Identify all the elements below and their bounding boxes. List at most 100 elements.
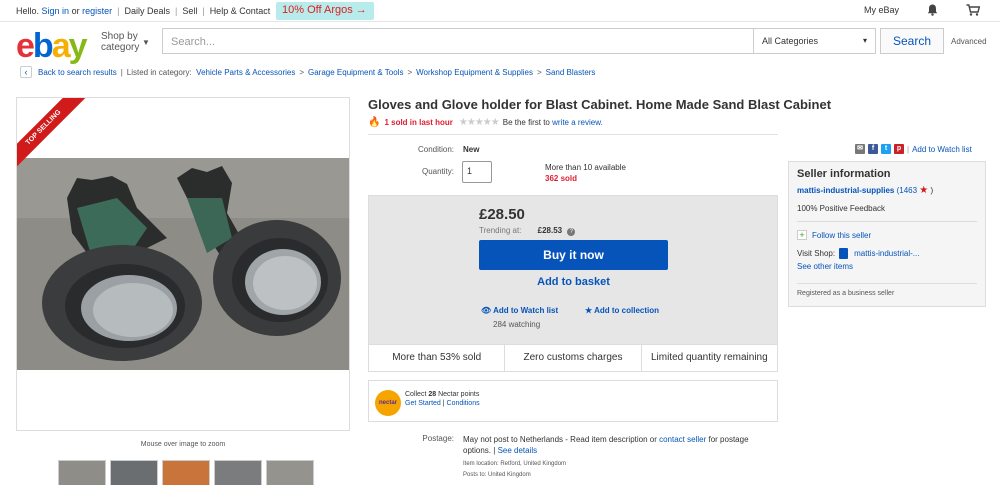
plus-icon: +: [797, 230, 807, 240]
back-arrow-icon[interactable]: ‹: [20, 66, 32, 78]
postage-text: May not post to Netherlands - Read item …: [463, 435, 657, 444]
thumbnail[interactable]: [214, 460, 262, 485]
visit-shop-row: Visit Shop: mattis-industrial-...: [797, 248, 977, 259]
postage-label: Postage:: [422, 434, 454, 443]
feature-sold: More than 53% sold: [369, 345, 506, 371]
star-icon: ★: [585, 306, 593, 315]
twitter-icon[interactable]: t: [881, 144, 891, 154]
thumbnail-strip: [58, 460, 314, 485]
nectar-suffix: Nectar points: [438, 391, 480, 398]
register-link[interactable]: register: [82, 6, 112, 16]
search-input[interactable]: Search...: [162, 28, 754, 54]
hello-text: Hello.: [16, 6, 40, 16]
sign-in-link[interactable]: Sign in: [42, 6, 70, 16]
seller-info-panel: Seller information mattis-industrial-sup…: [788, 161, 986, 307]
trending-price: Trending at: £28.53 ?: [479, 226, 576, 236]
get-started-link[interactable]: Get Started: [405, 400, 441, 407]
thumbnail[interactable]: [110, 460, 158, 485]
crumb-garage-equipment[interactable]: Garage Equipment & Tools: [308, 68, 403, 77]
chevron-down-icon: ▼: [142, 38, 150, 47]
crumb-sand-blasters[interactable]: Sand Blasters: [546, 68, 596, 77]
pinterest-icon[interactable]: p: [894, 144, 904, 154]
facebook-icon[interactable]: f: [868, 144, 878, 154]
see-other-items-link[interactable]: See other items: [797, 262, 977, 271]
sold-count[interactable]: 362 sold: [545, 173, 626, 184]
posts-to: Posts to: United Kingdom: [463, 472, 531, 478]
crumb-separator: >: [299, 67, 304, 77]
category-select[interactable]: All Categories ▾: [754, 28, 876, 54]
nectar-box: nectar Collect 28 Nectar points Get Star…: [368, 380, 778, 422]
product-photo[interactable]: [17, 158, 350, 370]
feature-customs: Zero customs charges: [505, 345, 642, 371]
or-text: or: [71, 6, 80, 16]
category-select-value: All Categories: [762, 36, 819, 46]
crumb-workshop-equipment[interactable]: Workshop Equipment & Supplies: [416, 68, 533, 77]
shop-name-link[interactable]: mattis-industrial-...: [854, 249, 919, 258]
shop-by-label: Shop by: [101, 31, 138, 42]
add-to-watch-label: Add to Watch list: [493, 306, 559, 315]
promo-banner[interactable]: 10% Off Argos →: [276, 2, 374, 20]
nectar-points: 28: [428, 391, 437, 398]
ebay-logo[interactable]: ebay: [16, 27, 88, 66]
contact-seller-link[interactable]: contact seller: [659, 435, 706, 444]
email-icon[interactable]: ✉: [855, 144, 865, 154]
item-location: Item location: Retford, United Kingdom: [463, 461, 567, 467]
shop-by-category-button[interactable]: Shop by category ▼: [101, 31, 150, 53]
seller-info-heading: Seller information: [797, 168, 891, 180]
crumb-separator: >: [407, 67, 413, 77]
top-bar-left: Hello. Sign in or register | Daily Deals…: [16, 6, 270, 16]
listing-title: Gloves and Glove holder for Blast Cabine…: [368, 97, 832, 112]
nectar-collect: Collect: [405, 391, 427, 398]
divider: [368, 134, 778, 135]
quantity-label: Quantity:: [421, 167, 454, 176]
advanced-search-link[interactable]: Advanced: [951, 37, 987, 46]
crumb-vehicle-parts[interactable]: Vehicle Parts & Accessories: [196, 68, 295, 77]
daily-deals-link[interactable]: Daily Deals: [124, 6, 170, 16]
search-button[interactable]: Search: [880, 28, 944, 54]
registered-business-seller: Registered as a business seller: [797, 283, 977, 297]
share-bar: ✉ f t p | Add to Watch list: [855, 144, 972, 154]
my-ebay-link[interactable]: My eBay: [864, 5, 899, 15]
buy-it-now-button[interactable]: Buy it now: [479, 240, 668, 270]
add-to-basket-button[interactable]: Add to basket: [479, 276, 668, 288]
fire-icon: 🔥: [368, 117, 381, 128]
sold-last-hour: 1 sold in last hour: [384, 118, 453, 127]
add-to-collection-link[interactable]: ★ Add to collection: [585, 306, 659, 315]
see-details-link[interactable]: See details: [498, 446, 538, 455]
watch-list-link[interactable]: Add to Watch list: [912, 145, 972, 154]
seller-name-row: mattis-industrial-supplies (1463 ★ ): [797, 185, 977, 196]
seller-name-link[interactable]: mattis-industrial-supplies: [797, 186, 894, 195]
top-selling-ribbon: TOP SELLING: [17, 98, 101, 186]
quantity-input[interactable]: 1: [462, 161, 492, 183]
nectar-logo: nectar: [375, 390, 401, 416]
thumbnail[interactable]: [58, 460, 106, 485]
help-icon[interactable]: ?: [567, 228, 576, 236]
eye-icon: 👁: [481, 306, 492, 315]
thumbnail[interactable]: [162, 460, 210, 485]
cart-icon[interactable]: [966, 4, 980, 16]
sell-link[interactable]: Sell: [182, 6, 197, 16]
add-to-watch-list-link[interactable]: 👁 Add to Watch list: [481, 306, 558, 315]
back-to-results-link[interactable]: Back to search results: [38, 68, 117, 77]
follow-seller-button[interactable]: + Follow this seller: [797, 230, 977, 240]
thumbnail[interactable]: [266, 460, 314, 485]
trending-value: £28.53: [537, 226, 563, 235]
top-bar-right: My eBay: [864, 4, 980, 16]
category-label: category: [101, 42, 140, 53]
main-image-panel[interactable]: TOP SELLING: [16, 97, 350, 431]
available-text: More than 10 available: [545, 163, 626, 172]
divider: |: [174, 6, 178, 16]
positive-feedback: 100% Positive Feedback: [797, 204, 886, 213]
divider: |: [907, 144, 910, 154]
rating-stars-icon: ★★★★★: [458, 117, 500, 128]
watching-count: 284 watching: [493, 320, 541, 329]
seller-score[interactable]: (1463: [897, 186, 917, 195]
crumb-separator: >: [536, 67, 542, 77]
divider: |: [117, 6, 120, 16]
divider: [797, 221, 977, 222]
write-review-link[interactable]: write a review.: [552, 118, 603, 127]
bell-icon[interactable]: [927, 4, 938, 16]
visit-shop-label: Visit Shop:: [797, 249, 836, 258]
conditions-link[interactable]: Conditions: [447, 400, 480, 407]
help-contact-link[interactable]: Help & Contact: [210, 6, 271, 16]
